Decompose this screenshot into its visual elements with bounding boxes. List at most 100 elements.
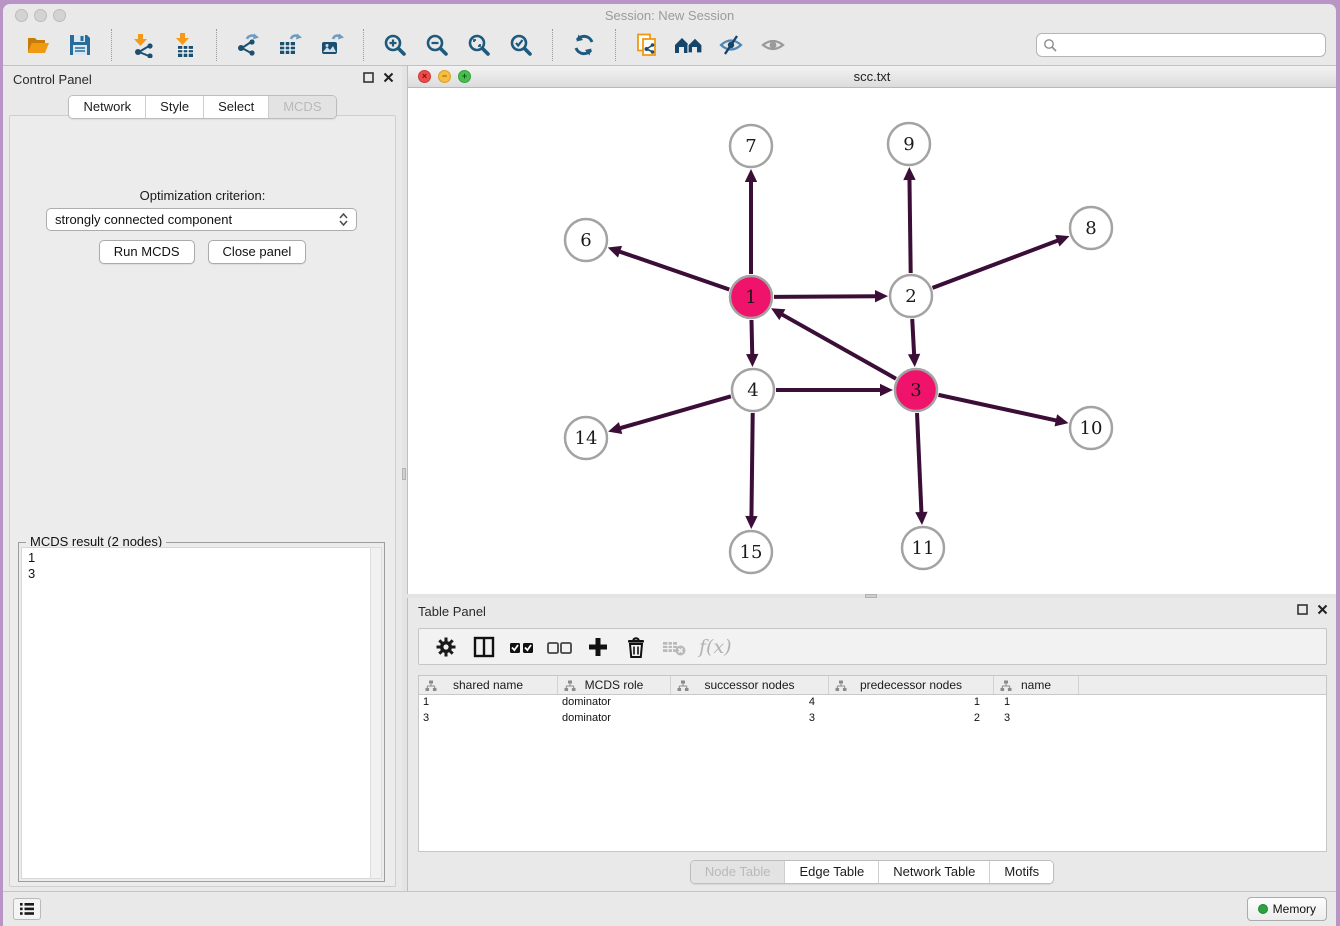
edge-arrowhead (1055, 414, 1069, 426)
close-panel-icon[interactable] (383, 72, 394, 83)
node-label-1: 1 (745, 287, 756, 308)
edge-4-15[interactable] (751, 413, 752, 518)
edge-1-2[interactable] (774, 296, 877, 297)
toolbar-separator (216, 29, 217, 61)
column-header-name[interactable]: name (994, 676, 1079, 694)
column-header-successor-nodes[interactable]: successor nodes (671, 676, 829, 694)
tab-mcds[interactable]: MCDS (268, 96, 335, 118)
add-row-icon[interactable] (583, 632, 613, 662)
column-header-predecessor-nodes[interactable]: predecessor nodes (829, 676, 994, 694)
show-panel-eye-icon[interactable] (758, 30, 788, 60)
run-mcds-button[interactable]: Run MCDS (99, 240, 195, 264)
result-scrollbar[interactable] (370, 547, 382, 879)
first-neighbors-icon[interactable] (674, 30, 704, 60)
status-bar: Memory (3, 891, 1336, 926)
float-panel-icon[interactable] (363, 72, 374, 83)
clone-network-icon[interactable] (632, 30, 662, 60)
edge-arrowhead (746, 354, 758, 367)
tab-select[interactable]: Select (203, 96, 268, 118)
table-row[interactable]: 1dominator411 (419, 695, 1326, 711)
result-item[interactable]: 3 (28, 566, 364, 582)
edge-3-11[interactable] (917, 413, 921, 514)
node-label-2: 2 (905, 286, 916, 307)
dropdown-stepper-icon (339, 213, 348, 226)
edge-arrowhead (608, 422, 622, 434)
network-titlebar[interactable]: × − + scc.txt (408, 66, 1336, 88)
task-history-button[interactable] (13, 898, 41, 920)
node-label-7: 7 (745, 136, 756, 157)
edge-2-8[interactable] (933, 240, 1060, 288)
desktop: Session: New Session (0, 0, 1340, 926)
control-panel-title: Control Panel (13, 72, 92, 87)
control-panel: Control Panel NetworkStyleSelectMCDS Opt… (3, 66, 402, 891)
show-columns-icon[interactable] (469, 632, 499, 662)
toolbar-separator (363, 29, 364, 61)
table-tab-node-table[interactable]: Node Table (691, 861, 785, 883)
open-folder-icon[interactable] (23, 30, 53, 60)
main-toolbar (3, 25, 1336, 66)
optimization-criterion-select[interactable]: strongly connected component (46, 208, 357, 231)
close-panel-icon[interactable] (1317, 604, 1328, 615)
edge-1-6[interactable] (618, 251, 729, 289)
mcds-result-list[interactable]: 13 (21, 547, 370, 879)
toolbar-separator (111, 29, 112, 61)
delete-rows-trash-icon[interactable] (621, 632, 651, 662)
edge-4-14[interactable] (619, 396, 731, 428)
export-table-icon[interactable] (275, 30, 305, 60)
import-network-icon[interactable] (128, 30, 158, 60)
column-header-MCDS-role[interactable]: MCDS role (558, 676, 671, 694)
tab-network[interactable]: Network (69, 96, 145, 118)
mcds-result-group: MCDS result (2 nodes) 13 (18, 542, 385, 882)
titlebar: Session: New Session (3, 4, 1336, 25)
select-all-icon[interactable] (507, 632, 537, 662)
result-item[interactable]: 1 (28, 550, 364, 566)
export-image-icon[interactable] (317, 30, 347, 60)
close-panel-button[interactable]: Close panel (208, 240, 307, 264)
cell-successor-nodes: 4 (671, 695, 829, 711)
memory-button[interactable]: Memory (1247, 897, 1327, 921)
tab-style[interactable]: Style (145, 96, 203, 118)
search-input[interactable] (1058, 38, 1319, 52)
column-type-icon (564, 680, 576, 692)
node-label-4: 4 (747, 380, 758, 401)
search-field[interactable] (1036, 33, 1326, 57)
edge-3-1[interactable] (781, 314, 896, 379)
edge-arrowhead (908, 354, 920, 367)
column-type-icon (835, 680, 847, 692)
table-header-row: shared nameMCDS rolesuccessor nodesprede… (419, 676, 1326, 695)
table-tab-edge-table[interactable]: Edge Table (784, 861, 878, 883)
edge-2-3[interactable] (912, 319, 914, 356)
import-table-icon[interactable] (170, 30, 200, 60)
memory-status-dot (1258, 904, 1268, 914)
window-title: Session: New Session (3, 8, 1336, 23)
zoom-fit-icon[interactable] (464, 30, 494, 60)
edge-arrowhead (745, 169, 757, 182)
zoom-in-icon[interactable] (380, 30, 410, 60)
table-settings-gear-icon[interactable] (431, 632, 461, 662)
node-label-8: 8 (1085, 218, 1096, 239)
edge-1-4[interactable] (751, 320, 752, 356)
splitter-grip[interactable] (402, 468, 406, 480)
zoom-selected-icon[interactable] (506, 30, 536, 60)
zoom-out-icon[interactable] (422, 30, 452, 60)
deselect-all-icon[interactable] (545, 632, 575, 662)
edge-2-9[interactable] (909, 178, 910, 273)
apply-layout-icon[interactable] (569, 30, 599, 60)
column-header-shared-name[interactable]: shared name (419, 676, 558, 694)
node-label-14: 14 (575, 428, 598, 449)
optimization-criterion-label: Optimization criterion: (10, 188, 395, 203)
edge-3-10[interactable] (938, 395, 1057, 421)
node-label-6: 6 (580, 230, 591, 251)
table-tab-network-table[interactable]: Network Table (878, 861, 989, 883)
table-row[interactable]: 3dominator323 (419, 711, 1326, 727)
cell-predecessor-nodes: 2 (829, 711, 994, 727)
node-label-10: 10 (1080, 418, 1103, 439)
export-network-icon[interactable] (233, 30, 263, 60)
float-panel-icon[interactable] (1297, 604, 1308, 615)
save-session-icon[interactable] (65, 30, 95, 60)
table-tab-motifs[interactable]: Motifs (989, 861, 1053, 883)
network-canvas[interactable]: 1234678910111415 (408, 88, 1336, 594)
node-table[interactable]: shared nameMCDS rolesuccessor nodesprede… (418, 675, 1327, 852)
network-graph[interactable]: 1234678910111415 (408, 88, 1336, 594)
hide-panel-eye-icon[interactable] (716, 30, 746, 60)
